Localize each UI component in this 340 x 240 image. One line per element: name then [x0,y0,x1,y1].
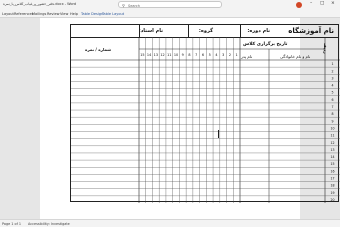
row-number: 12 [330,141,334,145]
page-info: Page 1 of 1 [2,222,22,226]
row-number: 3 [331,76,333,80]
avatar[interactable] [296,1,302,8]
session-number: 4 [215,53,217,57]
session-number: 11 [167,53,171,57]
row-number: 10 [330,126,334,130]
session-number: 9 [182,53,184,57]
attendance-grid: 1234567891011121314151234567891011121314… [71,37,340,203]
document-title: دفتر_حضور_و_غیاب_کلاس_با_نمره.docx - Wor… [3,2,77,6]
restore-icon[interactable]: □ [320,1,324,6]
tab-mailings[interactable]: Mailings [32,12,46,16]
row-number: 17 [330,177,334,181]
row-number: 13 [330,148,334,152]
row-number: 4 [331,84,333,88]
session-number: 3 [222,53,224,57]
text-cursor [218,130,219,138]
row-number: 5 [331,91,333,95]
tab-table-design[interactable]: Table Design [81,12,103,16]
row-number: 6 [331,98,333,102]
session-number: 15 [140,53,144,57]
session-number: 5 [209,53,211,57]
row-number: 1 [331,62,333,66]
minimize-icon[interactable]: – [310,1,312,6]
row-number: 20 [330,198,334,202]
row-number: 14 [330,155,334,159]
session-number: 14 [147,53,151,57]
search-placeholder: Search [128,3,141,8]
tab-view[interactable]: View [60,12,68,16]
tab-review[interactable]: Review [47,12,60,16]
attendance-form: نام آموزشگاه نام دوره: گروه: نام استاد: … [70,24,340,203]
row-number: 15 [330,162,334,166]
row-number: 7 [331,105,333,109]
row-number: 9 [331,119,333,123]
session-number: 10 [174,53,178,57]
accessibility-status[interactable]: Accessibility: Investigate [28,222,70,226]
row-number: 16 [330,169,334,173]
status-bar: Page 1 of 1 Accessibility: Investigate [0,219,340,227]
tab-table-layout[interactable]: Table Layout [102,12,124,16]
row-number: 2 [331,69,333,73]
session-number: 2 [229,53,231,57]
session-number: 12 [160,53,164,57]
close-icon[interactable]: × [331,1,335,6]
session-number: 1 [236,53,238,57]
row-number: 11 [330,134,334,138]
session-number: 6 [202,53,204,57]
session-number: 13 [154,53,158,57]
tab-layout[interactable]: Layout [2,12,14,16]
session-number: 8 [188,53,190,57]
ribbon-tabs: Layout References Mailings Review View H… [0,10,340,18]
search-box[interactable]: ⚲ Search [118,1,222,8]
title-bar: دفتر_حضور_و_غیاب_کلاس_با_نمره.docx - Wor… [0,0,340,10]
row-number: 19 [330,191,334,195]
page: نام آموزشگاه نام دوره: گروه: نام استاد: … [40,18,340,219]
tab-help[interactable]: Help [70,12,78,16]
tab-references[interactable]: References [14,12,33,16]
document-canvas: نام آموزشگاه نام دوره: گروه: نام استاد: … [0,18,340,219]
search-icon: ⚲ [122,3,125,8]
session-number: 7 [195,53,197,57]
row-number: 8 [331,112,333,116]
row-number: 18 [330,184,334,188]
